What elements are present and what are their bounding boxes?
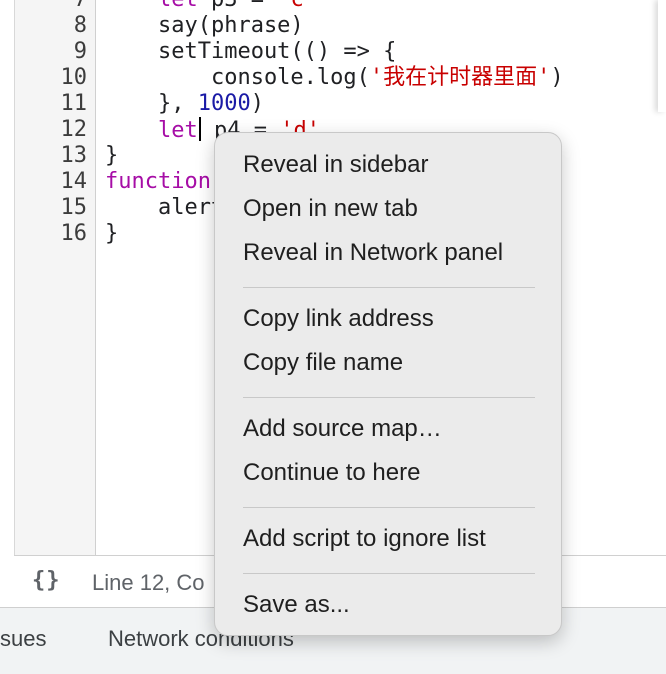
code-text[interactable]: console.log('我在计时器里面') (105, 65, 564, 91)
menu-item-add-source-map[interactable]: Add source map… (215, 409, 561, 449)
code-text[interactable]: } (105, 143, 118, 169)
menu-item-copy-file-name[interactable]: Copy file name (215, 343, 561, 383)
menu-separator (243, 397, 535, 398)
menu-separator (243, 287, 535, 288)
code-token: function (105, 169, 211, 194)
code-token: let (157, 118, 198, 143)
code-token: console.log( (105, 65, 370, 90)
code-token: }, (105, 91, 198, 116)
status-left-edge (0, 555, 14, 607)
menu-item-reveal-in-network-panel[interactable]: Reveal in Network panel (215, 233, 561, 273)
line-number[interactable]: 8 (15, 13, 87, 39)
line-number[interactable]: 14 (15, 169, 88, 195)
code-token: ) (550, 65, 564, 90)
code-token: '我在计时器里面' (369, 65, 551, 90)
menu-item-reveal-in-sidebar[interactable]: Reveal in sidebar (215, 145, 561, 185)
code-line[interactable]: 10 console.log('我在计时器里面') (15, 65, 666, 91)
code-token: setTimeout(() => { (105, 39, 397, 64)
line-number[interactable]: 11 (15, 91, 88, 117)
code-text[interactable]: setTimeout(() => { (105, 39, 396, 65)
code-token: } (105, 143, 119, 168)
line-number[interactable]: 13 (15, 143, 88, 169)
code-token: ) (250, 91, 264, 116)
menu-separator (243, 507, 535, 508)
code-line[interactable]: 7 let p3 = 'c' (15, 0, 666, 13)
code-line[interactable]: 8 say(phrase) (15, 13, 666, 39)
code-text[interactable]: }, 1000) (105, 91, 264, 117)
line-number[interactable]: 12 (15, 117, 88, 143)
code-text[interactable]: let p3 = 'c' (105, 0, 317, 13)
context-menu: Reveal in sidebar Open in new tab Reveal i… (214, 132, 562, 636)
left-panel-edge (0, 0, 15, 555)
code-line[interactable]: 11 }, 1000) (15, 91, 666, 117)
right-popover-edge (658, 0, 666, 112)
code-text[interactable]: say(phrase) (105, 13, 304, 39)
code-token: } (105, 221, 119, 246)
menu-separator (243, 573, 535, 574)
line-number[interactable]: 9 (15, 39, 87, 65)
code-token: say(phrase) (105, 13, 304, 38)
pretty-print-icon[interactable]: {} (32, 568, 61, 593)
menu-item-open-in-new-tab[interactable]: Open in new tab (215, 189, 561, 229)
code-token: let (158, 0, 198, 12)
tab-issues[interactable]: sues (0, 626, 46, 652)
menu-item-continue-to-here[interactable]: Continue to here (215, 453, 561, 493)
line-number[interactable]: 15 (15, 195, 88, 221)
code-token: p3 = (198, 0, 277, 12)
cursor-position-label: Line 12, Co (92, 570, 205, 595)
code-token: 1000 (197, 91, 251, 116)
devtools-sources-window: 7 let p3 = 'c'8 say(phrase)9 setTimeout(… (0, 0, 666, 674)
code-text[interactable]: } (105, 221, 118, 247)
line-number[interactable]: 7 (15, 0, 87, 13)
line-number[interactable]: 16 (15, 221, 88, 247)
menu-item-add-script-to-ignore-list[interactable]: Add script to ignore list (215, 519, 561, 559)
menu-item-copy-link-address[interactable]: Copy link address (215, 299, 561, 339)
code-token: 'c' (277, 0, 317, 12)
code-line[interactable]: 9 setTimeout(() => { (15, 39, 666, 65)
menu-item-save-as[interactable]: Save as... (215, 585, 561, 625)
line-number[interactable]: 10 (15, 65, 88, 91)
